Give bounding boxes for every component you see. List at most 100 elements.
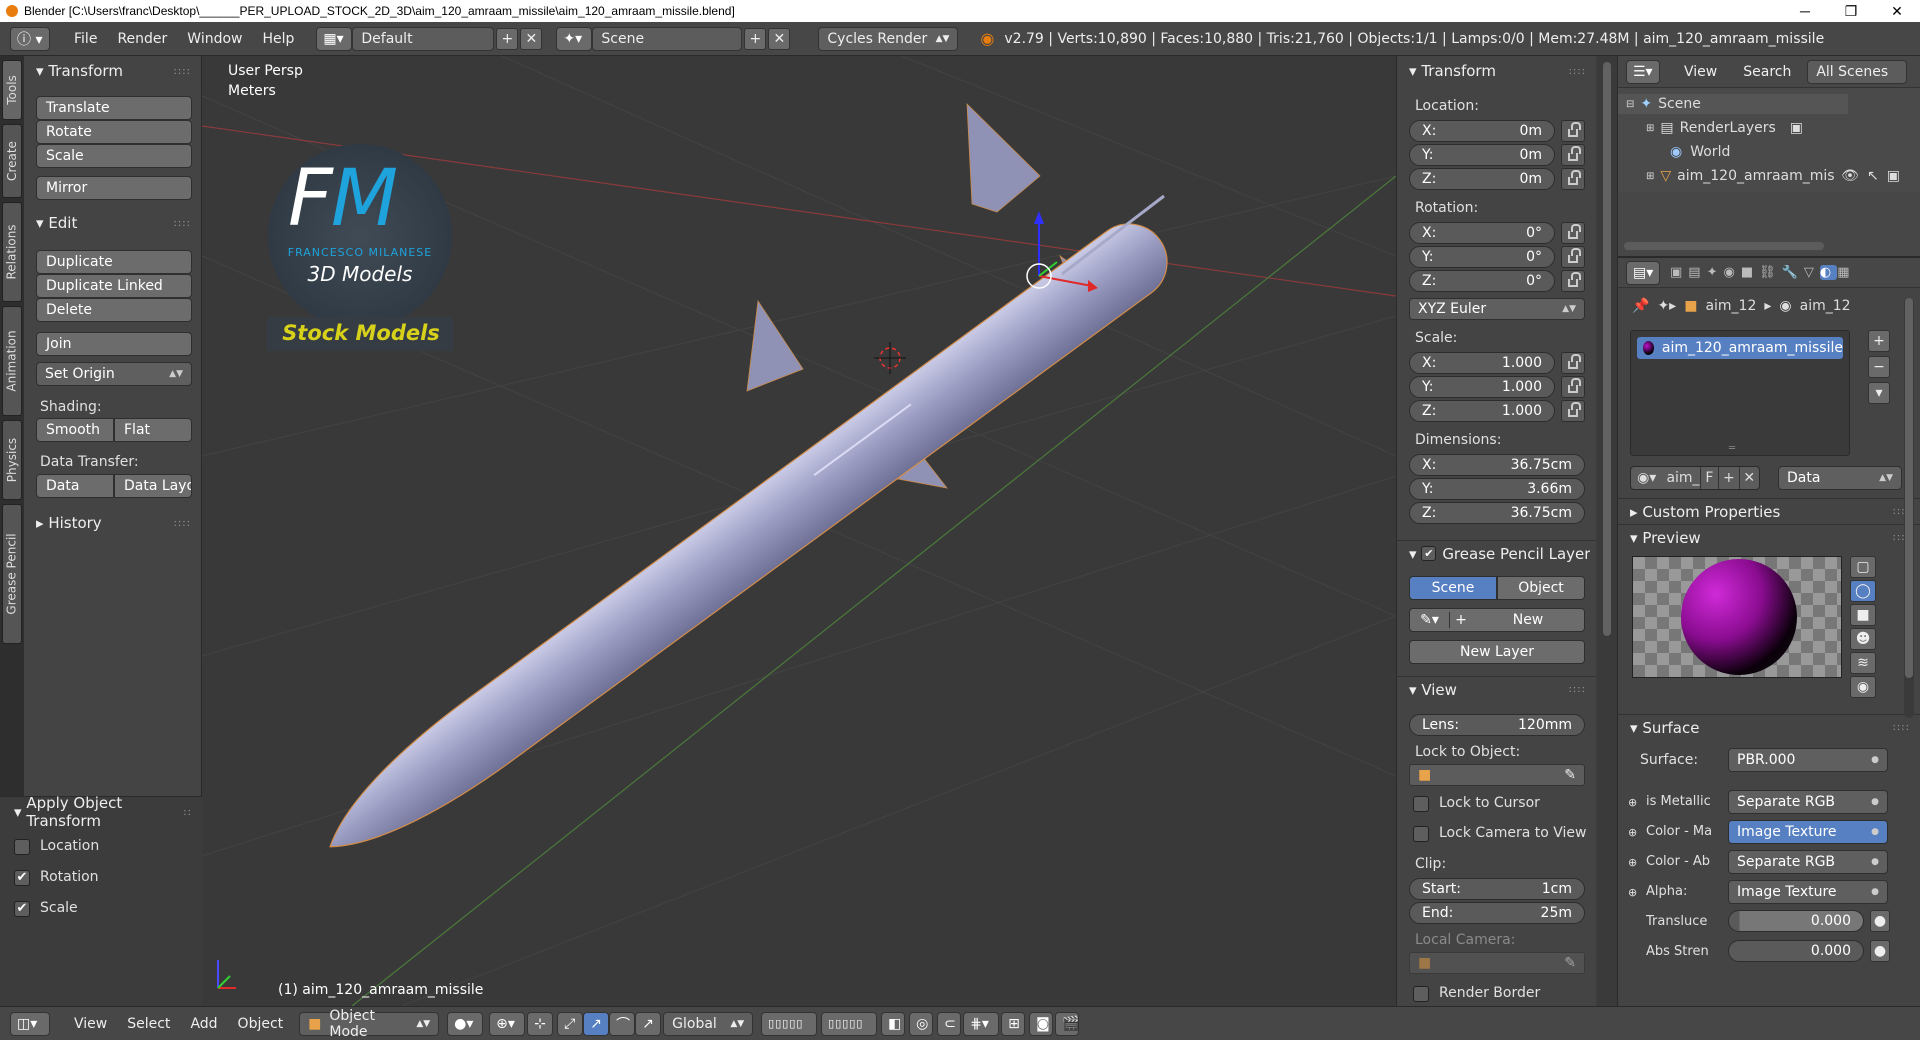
3d-viewport[interactable]: User Persp Meters FM FRANCESCO MILANESE … bbox=[202, 56, 1396, 1006]
rotate-manipulator[interactable]: ↗ bbox=[583, 1011, 610, 1036]
flat-button[interactable]: Flat bbox=[114, 418, 192, 442]
dimensions-x-field[interactable]: X: 36.75cm bbox=[1409, 454, 1585, 476]
preview-monkey-icon[interactable]: ☻ bbox=[1850, 628, 1876, 650]
view3d-menu-add[interactable]: Add bbox=[180, 1016, 227, 1032]
outliner-menu-view[interactable]: View bbox=[1674, 64, 1727, 80]
drag-grip-icon[interactable]: :::: bbox=[1569, 684, 1586, 695]
add-material-slot-button[interactable]: + bbox=[1868, 330, 1890, 352]
expand-icon[interactable]: ⊞ bbox=[1646, 171, 1654, 182]
translate-manipulator[interactable]: ⤢ bbox=[557, 1011, 584, 1036]
scale-z-field[interactable]: Z: 1.000 bbox=[1409, 400, 1555, 422]
viewport-shading-dropdown[interactable]: ●▾ bbox=[447, 1011, 484, 1036]
input-metallic-dropdown[interactable]: Separate RGB ● bbox=[1728, 790, 1888, 814]
pencil-icon[interactable]: ✎▾ bbox=[1410, 612, 1450, 628]
expand-icon[interactable]: ⊞ bbox=[1646, 123, 1654, 134]
preview-world-icon[interactable]: ◉ bbox=[1850, 676, 1876, 698]
eyedropper-icon[interactable]: ✎ bbox=[1564, 767, 1576, 783]
lock-camera-checkbox[interactable] bbox=[1413, 826, 1429, 842]
lock-location-z-icon[interactable] bbox=[1561, 168, 1585, 190]
properties-scrollbar[interactable] bbox=[1904, 298, 1914, 718]
add-layout-button[interactable]: + bbox=[496, 27, 519, 50]
outliner-row-scene[interactable]: ⊟ ✦ Scene bbox=[1618, 94, 1848, 114]
dimensions-z-field[interactable]: Z: 36.75cm bbox=[1409, 502, 1585, 524]
preview-panel-header[interactable]: ▾ Preview:::: bbox=[1618, 524, 1920, 550]
x-icon[interactable]: ✕ bbox=[1738, 467, 1759, 489]
fake-user-toggle[interactable]: F bbox=[1699, 467, 1719, 489]
history-panel-header[interactable]: ▸ History:::: bbox=[24, 510, 201, 536]
rotation-z-field[interactable]: Z: 0° bbox=[1409, 270, 1555, 292]
input-alpha-dropdown[interactable]: Image Texture ● bbox=[1728, 880, 1888, 904]
material-specials-button[interactable]: ▾ bbox=[1868, 382, 1890, 404]
manipulator-extra[interactable]: ↗ bbox=[635, 1011, 662, 1036]
drag-grip-icon[interactable]: :::: bbox=[174, 218, 191, 229]
preview-sphere-icon[interactable]: ◯ bbox=[1850, 580, 1876, 602]
outliner-editor-type-button[interactable]: ☰▾ bbox=[1626, 59, 1660, 84]
lock-scale-y-icon[interactable] bbox=[1561, 376, 1585, 398]
lock-scale-x-icon[interactable] bbox=[1561, 352, 1585, 374]
outliner-display-filter[interactable]: All Scenes bbox=[1807, 59, 1908, 84]
rotation-checkbox[interactable]: ✔ bbox=[14, 870, 30, 886]
lens-field[interactable]: Lens: 120mm bbox=[1409, 714, 1585, 736]
drag-grip-icon[interactable]: :::: bbox=[174, 66, 191, 77]
preview-hair-icon[interactable]: ≋ bbox=[1850, 652, 1876, 674]
view3d-menu-select[interactable]: Select bbox=[117, 1016, 180, 1032]
surface-panel-header[interactable]: ▾ Surface:::: bbox=[1618, 714, 1920, 740]
camera-tab-icon[interactable]: ▣ bbox=[1670, 265, 1688, 280]
properties-context-tabs[interactable]: ▣▤✦◉■⛓🔧▽◐▦ bbox=[1670, 265, 1920, 280]
texture-tab-icon[interactable]: ▦ bbox=[1837, 265, 1855, 280]
outliner-row-world[interactable]: ◉ World bbox=[1618, 142, 1878, 162]
location-y-field[interactable]: Y: 0m bbox=[1409, 144, 1555, 166]
expand-input-icon[interactable]: ⊕ bbox=[1628, 856, 1637, 869]
clip-start-field[interactable]: Start: 1cm bbox=[1409, 878, 1585, 900]
scene-tab-icon[interactable]: ✦ bbox=[1707, 265, 1724, 280]
preview-cube-icon[interactable]: ■ bbox=[1850, 604, 1876, 626]
outliner-row-object[interactable]: ⊞ ▽ aim_120_amraam_mis 👁 ↖ ▣ bbox=[1618, 166, 1920, 186]
tab-grease-pencil[interactable]: Grease Pencil bbox=[2, 504, 22, 644]
input-color-ab-dropdown[interactable]: Separate RGB ● bbox=[1728, 850, 1888, 874]
scale-checkbox[interactable]: ✔ bbox=[14, 901, 30, 917]
layer-lock-toggle[interactable]: ◧ bbox=[881, 1011, 906, 1036]
custom-properties-header[interactable]: ▸ Custom Properties:::: bbox=[1618, 498, 1920, 524]
maximize-button[interactable]: ❐ bbox=[1828, 3, 1874, 20]
screen-layout-field[interactable]: Default bbox=[352, 26, 495, 51]
duplicate-linked-button[interactable]: Duplicate Linked bbox=[36, 274, 192, 298]
delete-button[interactable]: Delete bbox=[36, 298, 192, 322]
object-tab-icon[interactable]: ■ bbox=[1741, 265, 1759, 280]
menu-render[interactable]: Render bbox=[107, 31, 177, 47]
scale-manipulator[interactable]: ⌒ bbox=[609, 1011, 636, 1036]
input-color-ma-dropdown[interactable]: Image Texture ● bbox=[1728, 820, 1888, 844]
snap-toggle[interactable]: ⊂ bbox=[937, 1011, 962, 1036]
scene-layers-grid-1[interactable]: ▯▯▯▯▯ bbox=[761, 1011, 818, 1036]
screen-layout-icon-button[interactable]: ▦▾ bbox=[316, 26, 353, 51]
edit-panel-header[interactable]: ▾ Edit:::: bbox=[24, 210, 201, 236]
cursor-select-icon[interactable]: ↖ bbox=[1867, 168, 1879, 184]
n-transform-header[interactable]: ▾ Transform:::: bbox=[1397, 58, 1596, 84]
render-animation-button[interactable]: 🎬 bbox=[1055, 1011, 1080, 1036]
snap-target-toggle[interactable]: ⊞ bbox=[1001, 1011, 1026, 1036]
remove-layout-button[interactable]: ✕ bbox=[520, 27, 543, 50]
pin-icon[interactable]: 📌 bbox=[1632, 298, 1649, 314]
minimize-button[interactable]: ─ bbox=[1782, 3, 1828, 19]
tab-create[interactable]: Create bbox=[2, 124, 22, 198]
resize-grip-icon[interactable]: ═ bbox=[1729, 443, 1735, 454]
plus-icon[interactable]: + bbox=[1718, 467, 1738, 489]
grease-pencil-layer-header[interactable]: ▾ ✔ Grease Pencil Layer bbox=[1397, 540, 1596, 566]
lock-rotation-y-icon[interactable] bbox=[1561, 246, 1585, 268]
transform-panel-header[interactable]: ▾ Transform:::: bbox=[24, 58, 201, 84]
material-browse-icon[interactable]: ◉▾ bbox=[1631, 467, 1662, 489]
outliner-h-scrollbar[interactable] bbox=[1624, 242, 1824, 250]
pivot-point-dropdown[interactable]: ⊕▾ bbox=[489, 1011, 526, 1036]
scale-y-field[interactable]: Y: 1.000 bbox=[1409, 376, 1555, 398]
drag-grip-icon[interactable]: :::: bbox=[174, 518, 191, 529]
smooth-button[interactable]: Smooth bbox=[36, 418, 114, 442]
clip-end-field[interactable]: End: 25m bbox=[1409, 902, 1585, 924]
properties-scrollbar-thumb[interactable] bbox=[1905, 298, 1913, 678]
preview-plane-icon[interactable]: ▢ bbox=[1850, 556, 1876, 578]
dimensions-y-field[interactable]: Y: 3.66m bbox=[1409, 478, 1585, 500]
menu-help[interactable]: Help bbox=[252, 31, 304, 47]
collapse-icon[interactable]: ⊟ bbox=[1626, 99, 1634, 110]
proportional-edit-toggle[interactable]: ◎ bbox=[909, 1011, 934, 1036]
gp-scene-toggle[interactable]: Scene bbox=[1409, 576, 1497, 600]
gizmo-z-arrow[interactable] bbox=[1034, 211, 1044, 224]
lock-rotation-x-icon[interactable] bbox=[1561, 222, 1585, 244]
